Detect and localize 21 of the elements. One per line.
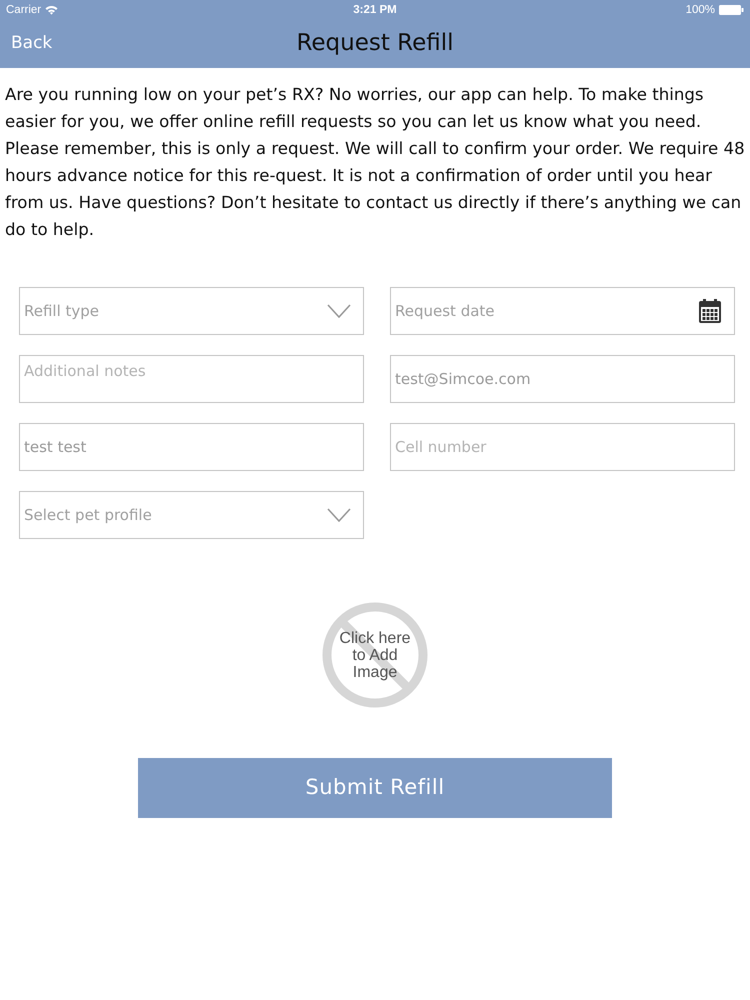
status-time: 3:21 PM <box>353 3 397 18</box>
battery-percent: 100% <box>686 3 715 18</box>
battery-icon <box>719 5 744 15</box>
notes-field[interactable]: Additional notes <box>19 355 364 403</box>
chevron-down-icon <box>327 508 351 522</box>
wifi-icon <box>45 5 58 15</box>
text-field[interactable]: test@Simcoe.com <box>390 355 735 403</box>
intro-paragraph: Are you running low on your pet’s RX? No worries, our app can help. To make things easier for you, we offer online refill requests so you can let us know what you need. Please remember, this is only a request. We will call to confirm your order. We require 48 hours advance notice for this re-quest. It is not a confirmation of order until you hear from us. Have questions? Don’t hesitate to contact us directly if there’s anything we can do to help. <box>4 84 746 241</box>
calendar-icon <box>698 299 722 323</box>
back-button[interactable]: Back <box>0 20 52 68</box>
prohibited-icon <box>322 602 428 708</box>
text-field[interactable]: Cell number <box>390 423 735 471</box>
carrier-name: Carrier <box>6 3 42 18</box>
dropdown-field[interactable]: Refill type <box>19 287 364 335</box>
chevron-down-icon <box>327 304 351 318</box>
add-image-button[interactable]: Click here to Add Image <box>322 602 428 708</box>
screen-title: Request Refill <box>296 30 454 58</box>
submit-refill-button[interactable]: Submit Refill <box>138 758 612 818</box>
text-field[interactable]: test test <box>19 423 364 471</box>
date-field[interactable]: Request date <box>390 287 735 335</box>
dropdown-field[interactable]: Select pet profile <box>19 491 364 539</box>
